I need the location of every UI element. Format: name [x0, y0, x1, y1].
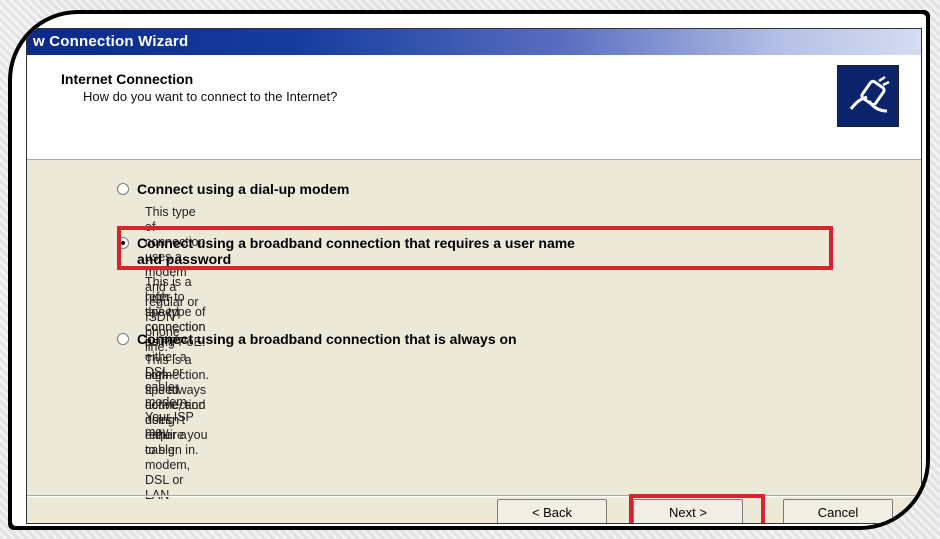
- next-highlight-box: [629, 494, 765, 523]
- page-subtitle: How do you want to connect to the Intern…: [83, 89, 338, 104]
- cancel-button[interactable]: Cancel: [783, 499, 893, 523]
- radio-broadband-always-on[interactable]: [117, 333, 129, 345]
- option-dial-up-label[interactable]: Connect using a dial-up modem: [137, 181, 349, 197]
- window-title: w Connection Wizard: [33, 33, 189, 50]
- option-broadband-always-on-label[interactable]: Connect using a broadband connection tha…: [137, 331, 517, 347]
- highlight-box: [117, 226, 833, 270]
- page-title: Internet Connection: [61, 71, 194, 87]
- wizard-window: w Connection Wizard Internet Connection …: [26, 28, 922, 524]
- footer-divider: [27, 495, 921, 497]
- radio-dial-up[interactable]: [117, 183, 129, 195]
- title-bar[interactable]: w Connection Wizard: [27, 29, 921, 55]
- back-button[interactable]: < Back: [497, 499, 607, 523]
- screenshot-border: w Connection Wizard Internet Connection …: [12, 14, 926, 526]
- option-broadband-always-on-description-2: connection. It is always active, and doe…: [145, 368, 209, 457]
- network-cable-icon: [837, 65, 899, 127]
- wizard-header: Internet Connection How do you want to c…: [27, 55, 921, 160]
- screenshot-frame: w Connection Wizard Internet Connection …: [8, 10, 930, 530]
